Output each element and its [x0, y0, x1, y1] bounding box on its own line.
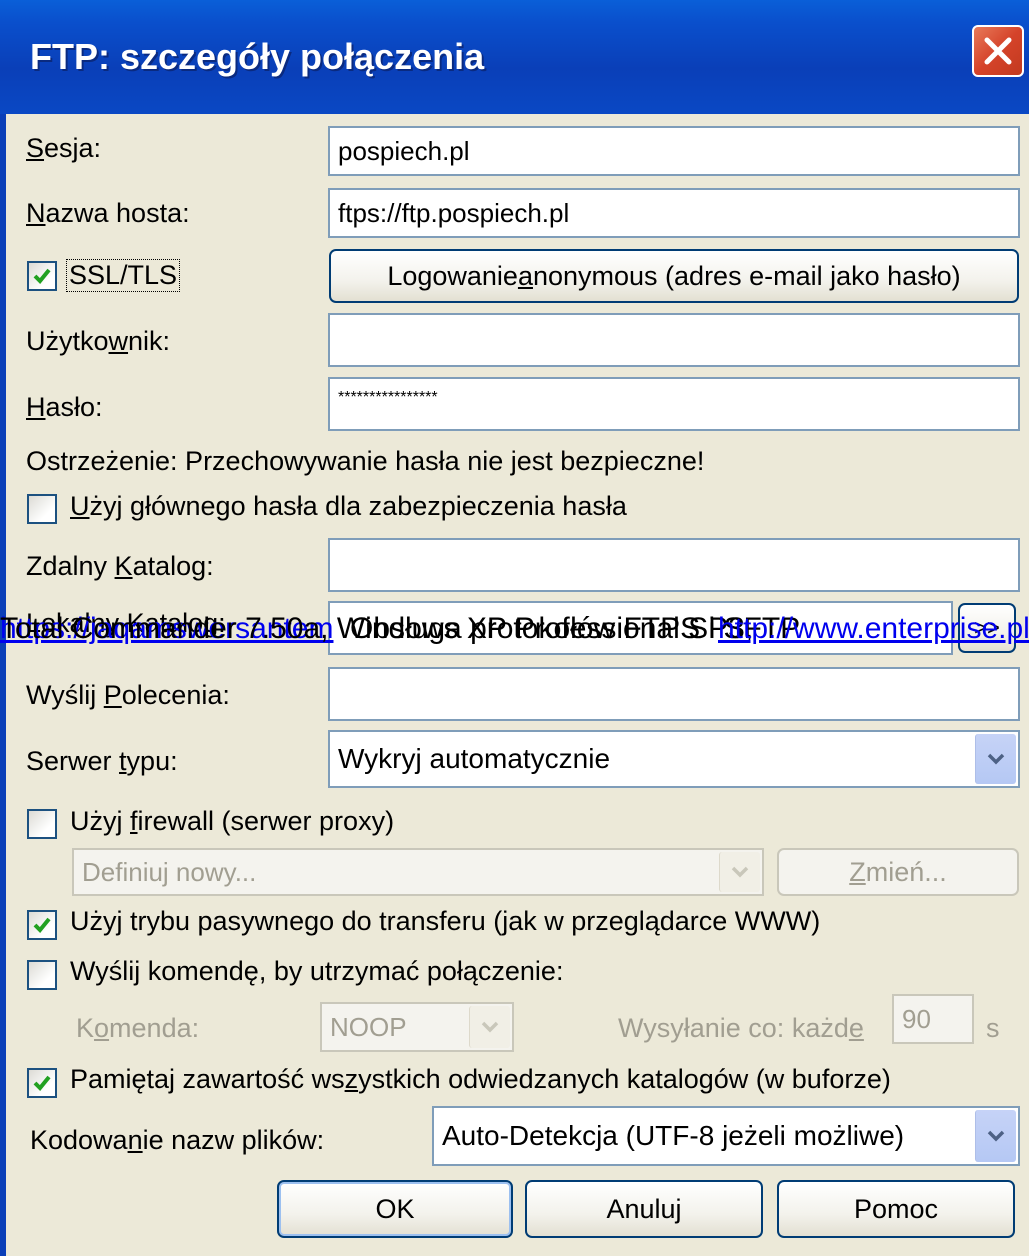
overlay-link-2[interactable]: http://www.enterprise.pl — [718, 611, 1029, 647]
master-password-checkbox[interactable] — [27, 494, 57, 524]
close-button[interactable] — [972, 25, 1024, 77]
send-commands-label: Wyślij Polecenia: — [26, 680, 230, 710]
checkmark-icon — [33, 1075, 51, 1091]
overlay-text: https://jaqamswersantem Total Commander … — [0, 611, 1029, 647]
host-input[interactable]: ftps://ftp.pospiech.pl — [328, 188, 1020, 238]
master-password-label[interactable]: Użyj głównego hasła dla zabezpieczenia h… — [70, 491, 627, 522]
chevron-down-icon[interactable] — [975, 734, 1016, 784]
remote-dir-label: Zdalny Katalog: — [26, 551, 214, 581]
passive-mode-checkbox[interactable] — [27, 910, 57, 940]
passive-mode-label[interactable]: Użyj trybu pasywnego do transferu (jak w… — [70, 906, 820, 937]
help-button[interactable]: Pomoc — [777, 1180, 1015, 1238]
change-proxy-button[interactable]: Zmień... — [777, 848, 1019, 896]
anonymous-login-button[interactable]: Logowanie a nonymous (adres e-mail jako h… — [329, 249, 1019, 303]
remember-dirs-checkbox[interactable] — [27, 1068, 57, 1098]
send-commands-input[interactable] — [328, 667, 1020, 721]
ssl-checkbox[interactable] — [27, 261, 57, 291]
firewall-label[interactable]: Użyj firewall (serwer proxy) — [70, 806, 394, 837]
server-type-label: Serwer typu: — [26, 746, 178, 776]
checkmark-icon — [33, 917, 51, 933]
command-label: Komenda: — [76, 1013, 200, 1043]
interval-label: Wysyłanie co: każde — [618, 1013, 864, 1043]
interval-input[interactable]: 90 — [892, 994, 974, 1044]
window-frame-left — [0, 114, 6, 1256]
chevron-down-icon — [719, 852, 760, 892]
firewall-checkbox[interactable] — [27, 809, 57, 839]
user-input[interactable] — [328, 313, 1020, 367]
interval-unit: s — [986, 1013, 1000, 1043]
encoding-select[interactable]: Auto-Detekcja (UTF-8 jeżeli możliwe) — [432, 1106, 1020, 1166]
window-title: FTP: szczegóły połączenia — [30, 36, 485, 77]
proxy-select[interactable]: Definiuj nowy... — [72, 848, 764, 896]
user-label: Użytkownik: — [26, 326, 171, 356]
command-select[interactable]: NOOP — [320, 1002, 514, 1052]
keepalive-checkbox[interactable] — [27, 960, 57, 990]
ssl-label[interactable]: SSL/TLS — [66, 259, 181, 292]
ok-button[interactable]: OK — [277, 1180, 513, 1238]
server-type-select[interactable]: Wykryj automatycznie — [328, 730, 1020, 788]
remote-dir-input[interactable] — [328, 538, 1020, 592]
checkmark-icon — [33, 268, 51, 284]
title-bar[interactable]: FTP: szczegóły połączenia — [0, 0, 1029, 114]
password-label: Hasło: — [26, 392, 103, 422]
chevron-down-icon — [469, 1006, 510, 1048]
cancel-button[interactable]: Anuluj — [525, 1180, 763, 1238]
host-label: Nazwa hosta: — [26, 198, 190, 228]
chevron-down-icon[interactable] — [975, 1110, 1016, 1162]
remember-dirs-label[interactable]: Pamiętaj zawartość wszystkich odwiedzany… — [70, 1064, 891, 1095]
encoding-label: Kodowanie nazw plików: — [30, 1125, 325, 1155]
keepalive-label[interactable]: Wyślij komendę, by utrzymać połączenie: — [70, 956, 563, 987]
session-input[interactable]: pospiech.pl — [328, 126, 1020, 176]
password-warning: Ostrzeżenie: Przechowywanie hasła nie je… — [26, 446, 705, 476]
session-label: Sesja: — [26, 133, 102, 163]
password-input[interactable]: **************** — [328, 377, 1020, 431]
